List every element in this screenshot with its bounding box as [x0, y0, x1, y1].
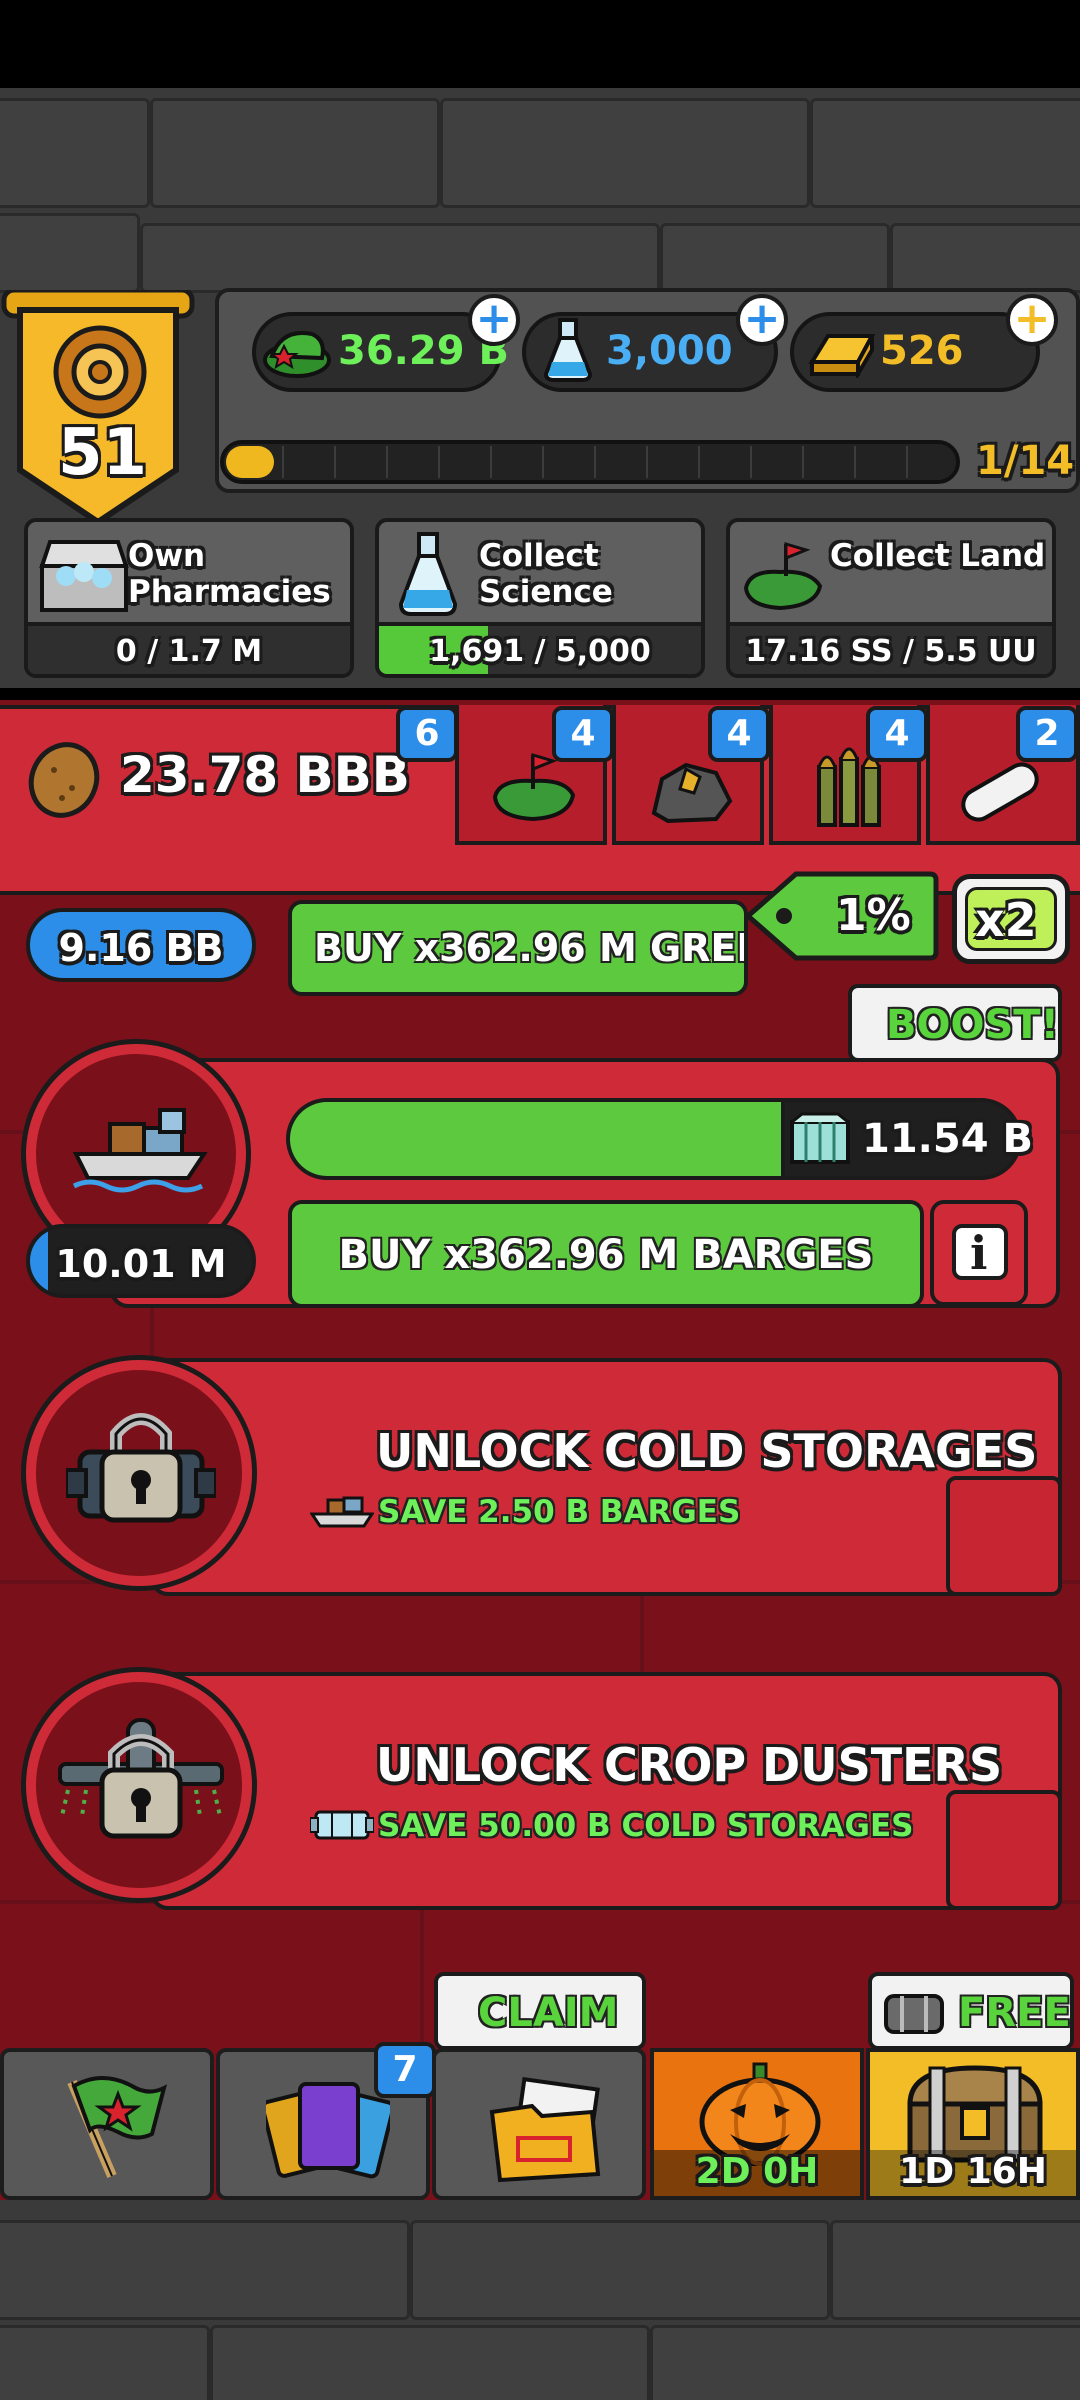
nav-missions[interactable]	[0, 2048, 214, 2200]
add-science-button[interactable]: +	[736, 294, 788, 346]
treasure-chest-icon	[39, 540, 129, 612]
free-chest[interactable]: 1D 16H	[866, 2048, 1080, 2200]
tab-count-badge: 4	[552, 706, 614, 762]
cold-storage-icon	[310, 1810, 374, 1840]
unlock-title: UNLOCK COLD STORAGES	[376, 1424, 1038, 1478]
unlock-cost: SAVE 50.00 B COLD STORAGES	[378, 1808, 914, 1844]
production-value: 11.54 B	[862, 1116, 1033, 1162]
locked-crop-duster-icon	[58, 1718, 224, 1839]
science-value: 3,000	[606, 328, 733, 374]
task-collect-land[interactable]: Collect Land 17.16 SS / 5.5 UU	[726, 518, 1056, 678]
task-own-pharmacies[interactable]: Own Pharmacies 0 / 1.7 M	[24, 518, 354, 678]
level-number: 51	[58, 416, 148, 490]
science-flask-icon	[543, 318, 593, 382]
boost-percent: 1%	[836, 890, 911, 941]
event-pumpkin[interactable]: 2D 0H	[650, 2048, 864, 2200]
gold-bar-icon	[808, 334, 876, 378]
boost-multiplier: x2	[975, 893, 1037, 947]
buy-greenhouses-button[interactable]: BUY x362.96 M GREEN	[288, 900, 748, 996]
locked-cold-storage-icon	[66, 1413, 216, 1523]
stone-background-bottom	[0, 2200, 1080, 2400]
level-banner[interactable]	[0, 290, 196, 530]
xp-progress-text: 1/14	[976, 438, 1075, 484]
unlock-cost: SAVE 2.50 B BARGES	[378, 1494, 741, 1530]
event-timer: 2D 0H	[695, 2151, 819, 2192]
cards-count-badge: 7	[374, 2042, 436, 2098]
unlock-title: UNLOCK CROP DUSTERS	[376, 1738, 1003, 1792]
tab-count-badge: 4	[708, 706, 770, 762]
claim-button[interactable]: CLAIM	[434, 1972, 646, 2050]
boost-button[interactable]: BOOST!	[848, 984, 1062, 1062]
task-label-line1: Collect	[479, 538, 599, 574]
science-flask-icon	[398, 532, 458, 616]
flag-icon	[67, 2076, 168, 2178]
barge-icon	[72, 1108, 208, 1193]
chest-timer: 1D 16H	[899, 2151, 1047, 2192]
barges-count: 10.01 M	[26, 1224, 256, 1298]
folder-icon	[489, 2077, 601, 2183]
info-icon: i	[970, 1226, 988, 1280]
task-progress-bar: 0 / 1.7 M	[28, 622, 350, 674]
gold-value: 526	[880, 328, 964, 374]
task-label-line1: Collect Land	[830, 538, 1046, 574]
add-cash-button[interactable]: +	[468, 294, 520, 346]
task-label-line2: Science	[479, 574, 613, 610]
tab-count-badge: 6	[396, 706, 458, 762]
resource-amount: 23.78 BBB	[120, 746, 410, 804]
buy-barges-button[interactable]: BUY x362.96 M BARGES	[288, 1200, 924, 1308]
task-label-line1: Own	[128, 538, 206, 574]
cash-cap-icon	[263, 331, 331, 378]
potato-icon	[28, 742, 100, 818]
barge-icon	[310, 1496, 374, 1528]
xp-progress-fill	[226, 446, 274, 478]
land-plot-icon	[743, 541, 823, 611]
tab-count-badge: 2	[1016, 706, 1078, 762]
task-label-line2: Pharmacies	[128, 574, 331, 610]
task-progress-text: 17.16 SS / 5.5 UU	[745, 634, 1037, 669]
barges-info-button[interactable]: i	[930, 1200, 1028, 1306]
pill-icon	[961, 762, 1039, 822]
ad-chest-icon	[884, 1994, 944, 2034]
greenhouse-count: 9.16 BB	[26, 908, 256, 982]
nav-contracts[interactable]	[432, 2048, 646, 2200]
production-progress-fill	[290, 1102, 786, 1176]
cold-storage-portrait	[26, 1360, 252, 1586]
add-gold-button[interactable]: +	[1006, 294, 1058, 346]
free-chest-button[interactable]: FREE	[868, 1972, 1074, 2050]
task-progress-bar: 17.16 SS / 5.5 UU	[730, 622, 1052, 674]
tab-count-badge: 4	[866, 706, 928, 762]
ad-tv-button[interactable]: x2	[952, 874, 1070, 964]
cards-icon	[266, 2082, 390, 2179]
xp-progress-bar	[220, 440, 960, 484]
task-progress-text: 0 / 1.7 M	[115, 634, 263, 669]
task-progress-bar: 1,691 / 5,000	[379, 622, 701, 674]
task-collect-science[interactable]: Collect Science 1,691 / 5,000	[375, 518, 705, 678]
crop-duster-portrait	[26, 1672, 252, 1898]
greenhouse-crate-icon	[790, 1112, 850, 1164]
status-bar-area	[0, 0, 1080, 88]
task-progress-text: 1,691 / 5,000	[429, 634, 651, 669]
